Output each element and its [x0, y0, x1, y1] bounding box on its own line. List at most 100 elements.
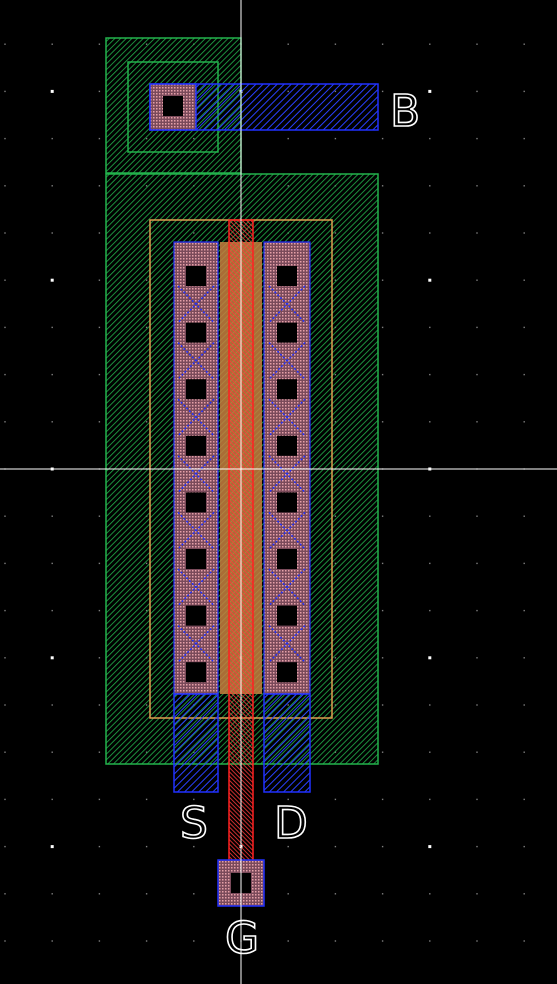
grid-dot	[476, 940, 478, 942]
grid-dot	[523, 326, 525, 329]
grid-dot-major	[50, 845, 54, 849]
grid-dot	[381, 137, 384, 140]
grid-dot	[98, 43, 101, 45]
grid-dot	[523, 940, 525, 942]
grid-dot	[523, 609, 525, 612]
grid-dot	[523, 704, 525, 706]
grid-dot-major	[428, 845, 432, 849]
grid-dot	[98, 845, 101, 848]
grid-dot	[4, 326, 6, 329]
grid-dot	[51, 137, 53, 140]
grid-dot	[523, 279, 525, 281]
grid-dot	[145, 940, 148, 942]
source-contact	[186, 266, 206, 286]
grid-dot	[523, 137, 525, 140]
grid-dot	[429, 751, 431, 753]
grid-dot	[523, 515, 525, 517]
grid-dot	[429, 232, 431, 234]
grid-dot	[476, 609, 478, 612]
grid-dot	[51, 43, 53, 45]
grid-dot	[145, 798, 148, 801]
grid-dot	[381, 373, 384, 376]
grid-dot	[98, 798, 101, 801]
layout-canvas[interactable]: B S D G	[0, 0, 557, 984]
pin-label-source[interactable]: S	[179, 797, 209, 850]
source-contact	[186, 492, 206, 513]
grid-dot	[4, 137, 6, 140]
pin-label-drain[interactable]: D	[273, 797, 308, 850]
grid-dot	[334, 137, 337, 140]
grid-dot	[476, 137, 478, 140]
grid-dot	[523, 562, 525, 565]
grid-dot	[523, 421, 525, 423]
source-contact	[186, 662, 206, 683]
grid-dot	[429, 137, 431, 140]
drain-metal-lead[interactable]	[263, 693, 311, 793]
grid-dot	[51, 421, 53, 423]
grid-dot	[381, 657, 384, 659]
grid-dot	[523, 751, 525, 753]
grid-dot	[381, 751, 384, 753]
grid-dot	[98, 940, 101, 942]
pin-label-gate[interactable]: G	[224, 912, 260, 965]
drain-diffusion[interactable]	[263, 241, 311, 695]
grid-dot	[429, 421, 431, 423]
grid-dot	[98, 421, 101, 423]
grid-dot	[429, 609, 431, 612]
bulk-contact	[163, 96, 183, 116]
grid-dot	[4, 798, 6, 801]
source-diffusion[interactable]	[173, 241, 219, 695]
source-metal-lead[interactable]	[173, 693, 219, 793]
grid-dot	[98, 609, 101, 612]
grid-dot	[98, 279, 101, 281]
grid-dot	[381, 893, 384, 895]
grid-dot	[429, 704, 431, 706]
grid-dot	[287, 43, 289, 45]
grid-dot	[523, 185, 525, 187]
grid-dot	[381, 562, 384, 565]
grid-dot	[523, 373, 525, 376]
grid-dot	[4, 90, 6, 93]
grid-dot	[381, 940, 384, 942]
grid-dot	[51, 373, 53, 376]
grid-dot	[476, 845, 478, 848]
grid-dot	[98, 137, 101, 140]
grid-dot	[334, 940, 337, 942]
pin-label-bulk[interactable]: B	[389, 85, 421, 138]
grid-dot	[98, 185, 101, 187]
grid-dot	[51, 798, 53, 801]
grid-dot	[381, 609, 384, 612]
grid-dot	[193, 940, 195, 942]
grid-dot	[4, 515, 6, 517]
grid-dot	[429, 893, 431, 895]
drain-contact	[277, 266, 297, 286]
grid-dot	[98, 373, 101, 376]
grid-dot	[429, 185, 431, 187]
grid-dot	[334, 798, 337, 801]
grid-dot	[523, 43, 525, 45]
grid-dot	[476, 562, 478, 565]
grid-dot	[51, 751, 53, 753]
grid-dot	[476, 326, 478, 329]
grid-dot	[4, 657, 6, 659]
drain-contact	[277, 435, 297, 456]
grid-dot	[4, 232, 6, 234]
grid-dot	[98, 657, 101, 659]
grid-dot	[476, 421, 478, 423]
grid-dot	[4, 751, 6, 753]
grid-dot	[523, 232, 525, 234]
grid-dot	[4, 940, 6, 942]
grid-dot	[334, 845, 337, 848]
grid-dot	[476, 798, 478, 801]
grid-dot	[476, 515, 478, 517]
source-contact	[186, 322, 206, 343]
grid-dot	[51, 326, 53, 329]
grid-dot-major	[428, 656, 432, 660]
grid-dot	[4, 845, 6, 848]
source-contact	[186, 379, 206, 400]
grid-dot-major	[428, 278, 432, 282]
grid-dot	[381, 704, 384, 706]
grid-dot	[4, 893, 6, 895]
grid-dot	[429, 562, 431, 565]
grid-dot	[98, 562, 101, 565]
